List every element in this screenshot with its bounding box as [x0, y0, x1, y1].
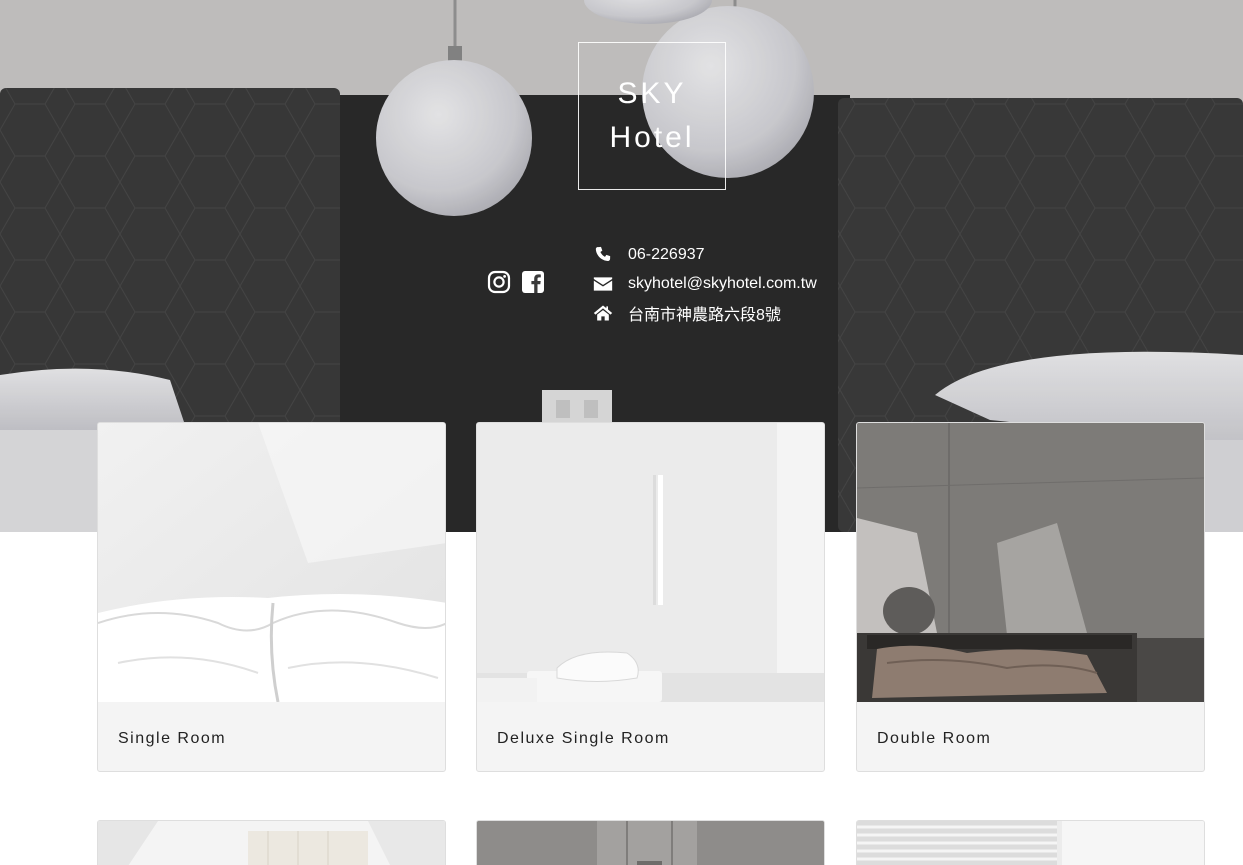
room-card-deluxe-single[interactable]: Deluxe Single Room [476, 422, 825, 772]
room-name: Double Room [877, 730, 992, 747]
room-photo [477, 821, 824, 865]
room-photo [98, 821, 445, 865]
home-icon [592, 302, 614, 324]
contact-phone: 06-226937 [628, 245, 705, 263]
room-photo [857, 821, 1204, 865]
envelope-icon [592, 273, 614, 295]
brand-line-1: SKY [617, 77, 687, 110]
contact-email: skyhotel@skyhotel.com.tw [628, 274, 817, 292]
brand-logo[interactable]: SKY Hotel [578, 42, 726, 190]
room-card-row2-2[interactable] [476, 820, 825, 865]
room-photo [857, 423, 1204, 702]
contact-address: 台南市神農路六段8號 [628, 306, 781, 324]
instagram-icon[interactable] [487, 270, 511, 294]
contact-email-row[interactable]: skyhotel@skyhotel.com.tw [592, 269, 817, 298]
room-card-double[interactable]: Double Room [856, 422, 1205, 772]
contact-address-row[interactable]: 台南市神農路六段8號 [592, 298, 817, 327]
room-card-single[interactable]: Single Room [97, 422, 446, 772]
room-card-row2-3[interactable] [856, 820, 1205, 865]
room-photo [98, 423, 445, 702]
brand-line-2: Hotel [609, 121, 695, 154]
social-links [487, 270, 545, 294]
facebook-icon[interactable] [521, 270, 545, 294]
room-photo [477, 423, 824, 702]
contact-info: 06-226937 skyhotel@skyhotel.com.tw 台南市神農… [592, 240, 817, 327]
room-name: Single Room [118, 730, 227, 747]
phone-icon [592, 244, 614, 266]
room-name: Deluxe Single Room [497, 730, 670, 747]
contact-phone-row[interactable]: 06-226937 [592, 240, 817, 269]
room-card-row2-1[interactable] [97, 820, 446, 865]
